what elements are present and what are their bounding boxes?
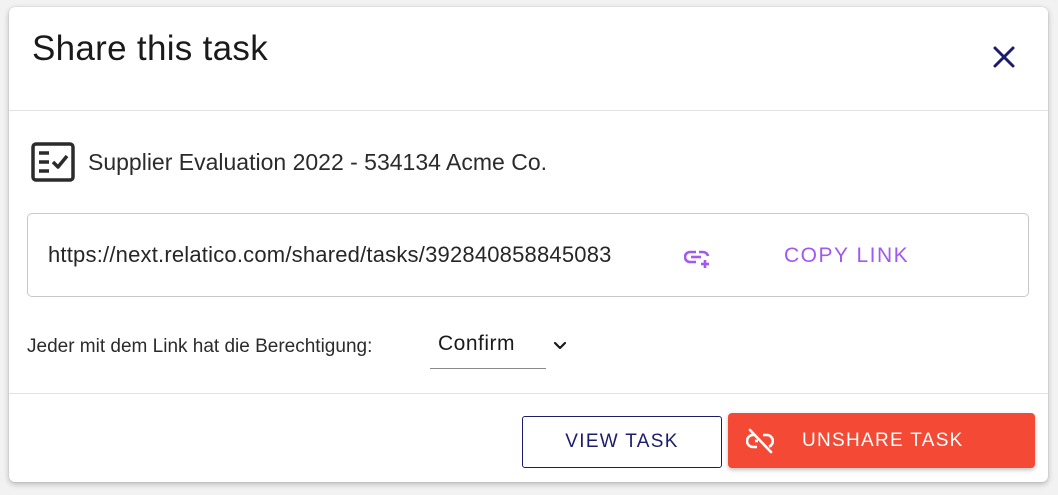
permission-label: Jeder mit dem Link hat die Berechtigung: [27, 336, 373, 357]
view-task-button[interactable]: VIEW TASK [522, 416, 722, 468]
task-checklist-icon [29, 140, 77, 184]
permission-select[interactable]: Confirm [430, 328, 567, 369]
link-add-icon[interactable] [683, 247, 712, 269]
unshare-task-button[interactable]: UNSHARE TASK [728, 413, 1035, 468]
close-button[interactable] [990, 43, 1018, 71]
link-off-icon [746, 428, 774, 454]
share-link-url[interactable]: https://next.relatico.com/shared/tasks/3… [48, 242, 612, 268]
permission-selected-value: Confirm [438, 332, 516, 355]
task-name: Supplier Evaluation 2022 - 534134 Acme C… [88, 148, 548, 175]
chevron-down-icon [553, 341, 567, 350]
share-task-dialog: Share this task Supplier Evaluation 2022… [9, 7, 1048, 482]
copy-link-button[interactable]: COPY LINK [784, 244, 909, 268]
share-link-field[interactable]: https://next.relatico.com/shared/tasks/3… [27, 213, 1029, 297]
dialog-actions: VIEW TASK UNSHARE TASK [9, 393, 1048, 482]
unshare-task-label: UNSHARE TASK [802, 430, 964, 451]
close-icon [993, 46, 1015, 68]
dialog-header: Share this task [9, 7, 1048, 111]
dialog-title: Share this task [32, 29, 268, 68]
task-info: Supplier Evaluation 2022 - 534134 Acme C… [29, 140, 547, 184]
